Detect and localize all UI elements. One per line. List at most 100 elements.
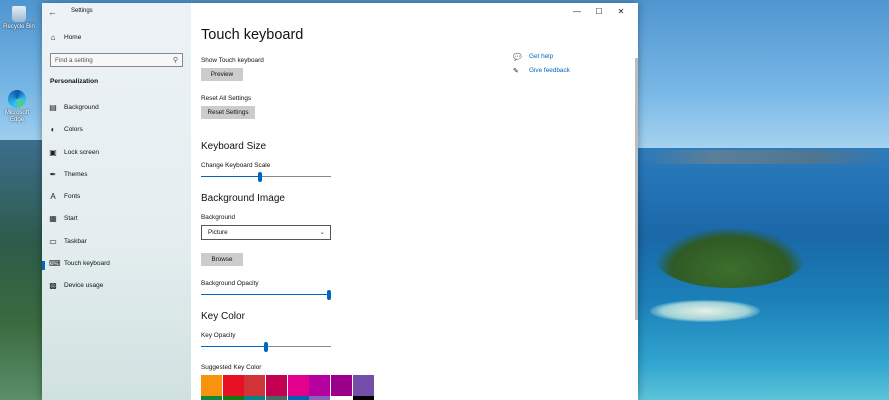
slider-thumb[interactable] — [258, 172, 262, 182]
brush-icon: ✒ — [49, 169, 57, 179]
chevron-down-icon: ⌄ — [319, 229, 325, 236]
color-swatch[interactable] — [287, 396, 309, 400]
desktop-icon-label: Microsoft Edge — [4, 110, 30, 123]
sidebar-item-device-usage[interactable]: ▩ Device usage — [42, 279, 191, 301]
background-opacity-slider[interactable] — [201, 290, 331, 300]
color-swatch[interactable] — [352, 375, 374, 396]
sidebar-item-start[interactable]: ▦ Start — [42, 212, 191, 234]
color-swatch[interactable] — [201, 375, 222, 396]
color-swatch[interactable] — [331, 375, 353, 396]
dropdown-value: Picture — [208, 229, 228, 236]
color-swatch[interactable] — [309, 396, 331, 400]
desktop-island — [655, 228, 805, 288]
sidebar-item-label: Colors — [64, 126, 83, 134]
desktop-island-beach — [650, 300, 760, 322]
color-swatch[interactable] — [244, 375, 266, 396]
background-label: Background — [201, 214, 236, 221]
sidebar-item-label: Touch keyboard — [64, 260, 110, 268]
sidebar-nav: ▤ Background ◐ Colors ▣ Lock screen ✒ Th… — [42, 101, 191, 302]
sidebar-item-label: Lock screen — [64, 148, 100, 156]
palette-icon: ◐ — [50, 125, 56, 135]
preview-button[interactable]: Preview — [201, 68, 243, 81]
sidebar-item-label: Device usage — [64, 282, 104, 290]
sidebar-item-label: Home — [64, 34, 82, 41]
app-title: Settings — [71, 8, 93, 14]
sidebar-item-home[interactable]: ⌂ Home — [42, 31, 191, 45]
start-icon: ▦ — [49, 214, 57, 224]
color-swatches — [201, 375, 375, 400]
maximize-button[interactable]: ☐ — [593, 6, 605, 18]
sidebar-item-themes[interactable]: ✒ Themes — [42, 168, 191, 190]
sidebar-item-fonts[interactable]: A Fonts — [42, 190, 191, 212]
key-opacity-slider[interactable] — [201, 342, 331, 352]
main-content: — ☐ ✕ Touch keyboard Show Touch keyboard… — [191, 3, 638, 400]
sidebar-item-label: Start — [64, 215, 78, 223]
color-swatch[interactable] — [244, 396, 266, 400]
home-icon: ⌂ — [50, 33, 56, 42]
desktop-icon-microsoft-edge[interactable]: Microsoft Edge — [0, 90, 36, 124]
color-swatch[interactable] — [287, 375, 309, 396]
swatch-row — [201, 396, 375, 400]
search-box[interactable]: ⚲ — [50, 53, 183, 67]
color-swatch[interactable] — [222, 396, 244, 400]
color-swatch[interactable] — [352, 396, 374, 400]
keyboard-icon: ⌨ — [49, 259, 61, 269]
picture-icon: ▤ — [49, 103, 57, 112]
slider-thumb[interactable] — [327, 290, 331, 300]
desktop-icon-label: Recycle Bin — [3, 24, 35, 30]
back-arrow-icon[interactable]: ← — [48, 7, 58, 17]
device-usage-icon: ▩ — [49, 281, 57, 291]
sidebar-item-lock-screen[interactable]: ▣ Lock screen — [42, 146, 191, 168]
show-keyboard-label: Show Touch keyboard — [201, 57, 264, 64]
sidebar-item-colors[interactable]: ◐ Colors — [42, 123, 191, 145]
keyboard-scale-label: Change Keyboard Scale — [201, 162, 271, 169]
sidebar-item-taskbar[interactable]: ▭ Taskbar — [42, 235, 191, 257]
recycle-bin-icon — [12, 6, 26, 22]
background-opacity-label: Background Opacity — [201, 280, 259, 287]
keyboard-size-header: Keyboard Size — [201, 141, 267, 152]
page-title: Touch keyboard — [201, 27, 304, 43]
search-input[interactable] — [55, 55, 165, 66]
minimize-button[interactable]: — — [571, 6, 583, 18]
key-opacity-label: Key Opacity — [201, 332, 236, 339]
sidebar-item-label: Fonts — [64, 193, 81, 201]
suggested-key-color-label: Suggested Key Color — [201, 364, 262, 371]
color-swatch[interactable] — [309, 375, 331, 396]
background-dropdown[interactable]: Picture ⌄ — [201, 225, 331, 240]
color-swatch[interactable] — [266, 396, 288, 400]
reset-settings-button[interactable]: Reset Settings — [201, 106, 255, 119]
keyboard-scale-slider[interactable] — [201, 172, 331, 182]
desktop-icon-recycle-bin[interactable]: Recycle Bin — [0, 6, 38, 31]
scrollbar[interactable] — [635, 58, 638, 320]
title-bar: ← Settings — [42, 3, 191, 21]
slider-fill — [201, 176, 260, 177]
close-button[interactable]: ✕ — [615, 6, 627, 18]
color-swatch[interactable] — [266, 375, 288, 396]
lock-screen-icon: ▣ — [49, 147, 57, 157]
sidebar-item-touch-keyboard[interactable]: ⌨ Touch keyboard — [42, 257, 191, 279]
sidebar-item-label: Background — [64, 104, 99, 111]
color-swatch[interactable] — [201, 396, 222, 400]
sidebar-item-label: Taskbar — [64, 237, 87, 245]
color-swatch[interactable] — [331, 396, 353, 400]
sidebar: ← Settings ⌂ Home ⚲ Personalization ▤ Ba… — [42, 3, 191, 400]
swatch-row — [201, 375, 375, 396]
edge-icon — [8, 90, 26, 108]
font-icon: A — [50, 192, 56, 202]
settings-window: ← Settings ⌂ Home ⚲ Personalization ▤ Ba… — [42, 3, 638, 400]
search-icon[interactable]: ⚲ — [173, 56, 178, 65]
color-swatch[interactable] — [222, 375, 244, 396]
sidebar-item-background[interactable]: ▤ Background — [42, 101, 191, 123]
taskbar-icon: ▭ — [49, 236, 57, 246]
section-header: Personalization — [50, 78, 99, 85]
slider-thumb[interactable] — [264, 342, 268, 352]
slider-fill — [201, 346, 266, 347]
browse-button[interactable]: Browse — [201, 253, 243, 266]
desktop-left-hill — [0, 140, 48, 400]
slider-fill — [201, 294, 329, 295]
reset-label: Reset All Settings — [201, 95, 252, 102]
get-help-label: Get help — [529, 53, 554, 60]
background-image-header: Background Image — [201, 193, 285, 204]
desktop-far-land — [640, 150, 889, 164]
key-color-header: Key Color — [201, 311, 245, 322]
